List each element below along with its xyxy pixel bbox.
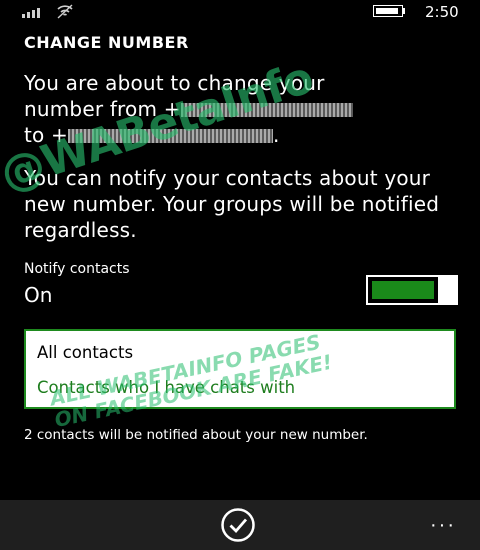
more-options-button[interactable]: ··· (428, 513, 458, 537)
contacts-notified-text: 2 contacts will be notified about your n… (24, 427, 368, 443)
redacted-new-number (68, 129, 273, 143)
wifi-icon (57, 4, 73, 19)
status-bar: 2:50 (0, 0, 480, 26)
check-circle-icon (221, 508, 255, 542)
toggle-thumb[interactable] (438, 277, 456, 303)
toggle-fill (372, 281, 434, 299)
page-title: CHANGE NUMBER (24, 33, 189, 52)
contacts-option-list: All contacts Contacts who I have chats w… (24, 329, 456, 409)
signal-icon (22, 6, 44, 18)
redacted-old-number (180, 103, 353, 117)
option-contacts-with-chats[interactable]: Contacts who I have chats with (37, 378, 295, 397)
confirm-button[interactable] (214, 507, 262, 543)
notify-contacts-label: Notify contacts (24, 261, 130, 277)
battery-icon (373, 5, 403, 17)
notify-contacts-value: On (24, 283, 53, 307)
status-time: 2:50 (425, 3, 459, 21)
change-number-message: You are about to change your number from… (24, 70, 464, 148)
notify-contacts-toggle[interactable] (366, 275, 458, 305)
option-all-contacts[interactable]: All contacts (37, 343, 133, 362)
notify-info-text: You can notify your contacts about your … (24, 166, 440, 242)
